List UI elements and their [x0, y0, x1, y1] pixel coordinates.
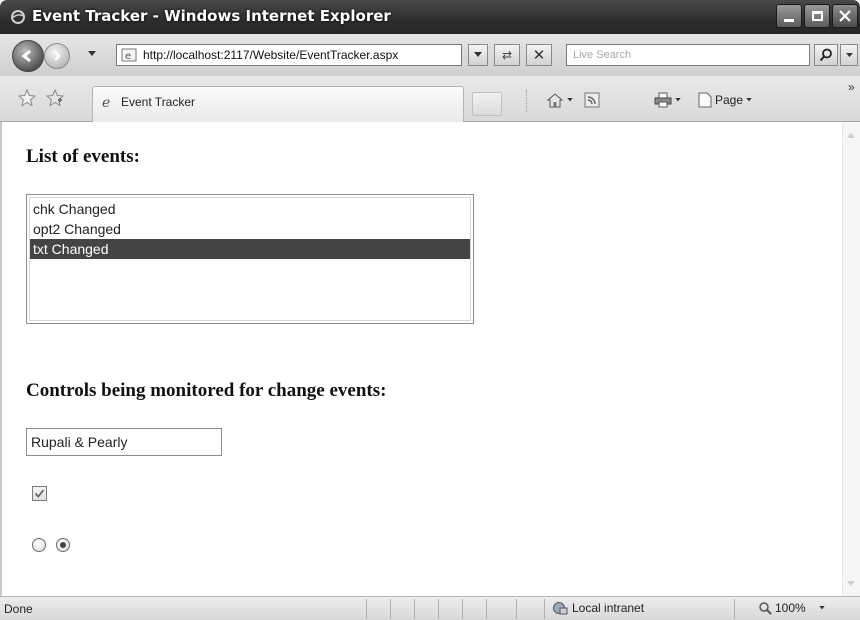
- zoom-control[interactable]: 100%: [758, 601, 825, 615]
- status-text: Done: [4, 602, 33, 616]
- search-button[interactable]: [814, 44, 838, 66]
- chevron-down-icon: [746, 98, 752, 102]
- search-icon: [819, 48, 832, 62]
- print-button[interactable]: [654, 92, 681, 108]
- intranet-globe-icon: [553, 602, 568, 615]
- maximize-icon: [811, 11, 823, 21]
- tab-label: Event Tracker: [121, 95, 196, 109]
- status-divider: [734, 599, 735, 619]
- scroll-down-button[interactable]: [843, 576, 859, 592]
- list-item[interactable]: txt Changed: [30, 239, 470, 259]
- back-button[interactable]: [12, 40, 44, 72]
- stop-icon: ✕: [532, 47, 546, 64]
- status-divider: [438, 599, 439, 619]
- chevron-down-icon: [819, 606, 825, 610]
- home-icon: [546, 93, 564, 108]
- textbox-value: Rupali & Pearly: [31, 434, 128, 450]
- events-heading: List of events:: [26, 146, 140, 167]
- forward-button[interactable]: [44, 43, 70, 69]
- status-divider: [462, 599, 463, 619]
- chevron-down-icon: [474, 52, 482, 57]
- page-icon: [698, 92, 712, 108]
- chevron-down-icon: [847, 581, 855, 586]
- zone-label: Local intranet: [572, 601, 645, 615]
- page-icon: e: [121, 48, 137, 62]
- scroll-up-button[interactable]: [843, 128, 859, 144]
- list-item[interactable]: chk Changed: [30, 199, 470, 219]
- radio-opt1[interactable]: [32, 538, 46, 552]
- refresh-button[interactable]: ⇄: [494, 44, 520, 66]
- add-favorites-icon[interactable]: [46, 89, 64, 107]
- status-divider: [390, 599, 391, 619]
- forward-arrow-icon: [54, 51, 61, 61]
- ie-logo-icon: [11, 10, 25, 24]
- radio-opt2[interactable]: [56, 538, 70, 552]
- page-menu-label: Page: [715, 93, 744, 107]
- printer-icon: [654, 92, 672, 108]
- feeds-button[interactable]: [584, 92, 600, 108]
- vertical-scrollbar[interactable]: [842, 122, 860, 596]
- rss-feed-icon: [584, 92, 600, 108]
- svg-text:e: e: [102, 95, 110, 109]
- chevron-down-icon: [845, 52, 853, 57]
- status-divider: [516, 599, 517, 619]
- page-menu-button[interactable]: Page: [698, 92, 752, 108]
- search-placeholder: Live Search: [573, 49, 632, 61]
- window-title: Event Tracker - Windows Internet Explore…: [32, 7, 391, 25]
- status-bar: Done Local intranet 100%: [0, 596, 860, 620]
- controls-heading: Controls being monitored for change even…: [26, 380, 387, 401]
- radio-dot: [60, 542, 66, 548]
- status-divider: [366, 599, 367, 619]
- monitored-textbox[interactable]: Rupali & Pearly: [26, 428, 222, 456]
- events-listbox[interactable]: chk Changed opt2 Changed txt Changed: [26, 194, 474, 324]
- window-titlebar[interactable]: Event Tracker - Windows Internet Explore…: [0, 0, 860, 34]
- stop-button[interactable]: ✕: [526, 44, 552, 66]
- monitored-checkbox[interactable]: [32, 486, 47, 501]
- address-dropdown-button[interactable]: [468, 44, 488, 66]
- recent-pages-dropdown-icon[interactable]: [88, 51, 96, 57]
- ie-page-icon: e: [102, 95, 110, 109]
- tab-toolbar: e Event Tracker Page »: [0, 76, 860, 122]
- back-arrow-icon: [21, 49, 31, 63]
- new-tab-button[interactable]: [472, 92, 502, 116]
- zoom-level: 100%: [775, 601, 806, 615]
- address-input[interactable]: e http://localhost:2117/Website/EventTra…: [116, 44, 462, 66]
- favorites-star-icon[interactable]: [18, 89, 36, 107]
- zoom-icon: [759, 602, 772, 615]
- chevron-down-icon: [675, 98, 681, 102]
- refresh-icon: ⇄: [501, 48, 513, 62]
- minimize-button[interactable]: [776, 4, 802, 28]
- checkmark-icon: [34, 489, 45, 498]
- close-icon: [839, 10, 851, 22]
- status-divider: [486, 599, 487, 619]
- close-window-button[interactable]: [832, 4, 858, 28]
- search-options-button[interactable]: [840, 44, 858, 66]
- events-list: chk Changed opt2 Changed txt Changed: [29, 197, 471, 321]
- tab-event-tracker[interactable]: e Event Tracker: [92, 86, 464, 122]
- home-button[interactable]: [546, 92, 573, 108]
- search-input[interactable]: Live Search: [566, 44, 810, 66]
- status-divider: [414, 599, 415, 619]
- maximize-button[interactable]: [804, 4, 830, 28]
- svg-text:e: e: [125, 51, 131, 62]
- chevron-up-icon: [847, 133, 855, 138]
- address-toolbar: e http://localhost:2117/Website/EventTra…: [0, 34, 860, 76]
- toolbar-separator: [526, 90, 527, 112]
- page-content: List of events: chk Changed opt2 Changed t…: [0, 122, 860, 596]
- address-url: http://localhost:2117/Website/EventTrack…: [143, 48, 399, 62]
- chevron-down-icon: [567, 98, 573, 102]
- list-item[interactable]: opt2 Changed: [30, 219, 470, 239]
- status-divider: [544, 599, 545, 619]
- minimize-icon: [784, 18, 794, 22]
- security-zone[interactable]: Local intranet: [552, 601, 644, 615]
- more-commands-icon[interactable]: »: [848, 80, 855, 94]
